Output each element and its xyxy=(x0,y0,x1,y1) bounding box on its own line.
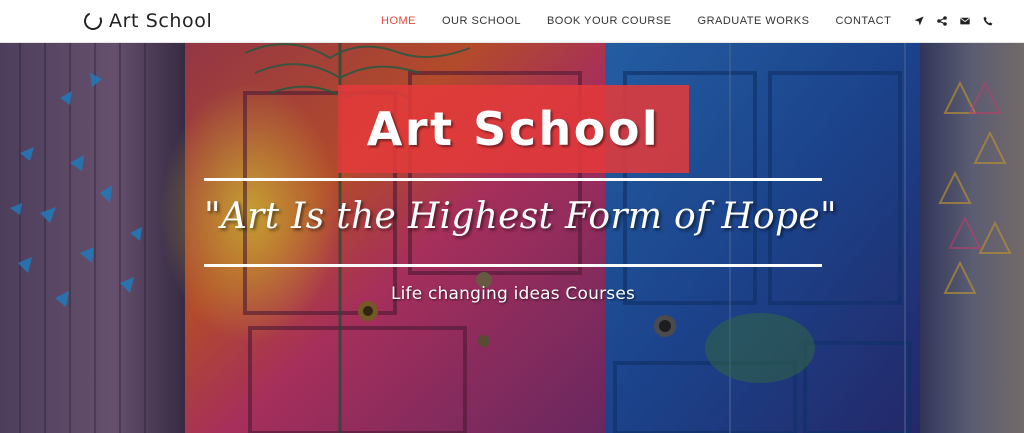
ring-logo-icon xyxy=(81,9,105,33)
divider-bottom xyxy=(204,264,822,267)
envelope-icon[interactable] xyxy=(959,15,971,27)
hero-quote: "Art Is the Highest Form of Hope" xyxy=(204,196,837,237)
phone-icon[interactable] xyxy=(982,15,994,27)
nav-icon-group xyxy=(913,15,1005,27)
share-icon[interactable] xyxy=(936,15,948,27)
hero-subtitle: Life changing ideas Courses xyxy=(390,284,636,304)
hero-title: Art School xyxy=(366,102,661,156)
hero-section: Art School "Art Is the Highest Form of H… xyxy=(0,43,1024,433)
brand-name: Art School xyxy=(109,10,213,32)
nav-home[interactable]: HOME xyxy=(381,15,416,27)
nav-graduate-works[interactable]: GRADUATE WORKS xyxy=(698,15,810,27)
main-nav: HOME OUR SCHOOL BOOK YOUR COURSE GRADUAT… xyxy=(370,0,1005,42)
brand-logo-link[interactable]: Art School xyxy=(81,8,213,34)
divider-top xyxy=(204,178,822,181)
nav-our-school[interactable]: OUR SCHOOL xyxy=(442,15,521,27)
nav-book-your-course[interactable]: BOOK YOUR COURSE xyxy=(547,15,672,27)
nav-contact[interactable]: CONTACT xyxy=(835,15,891,27)
location-arrow-icon[interactable] xyxy=(913,15,925,27)
top-navbar: Art School HOME OUR SCHOOL BOOK YOUR COU… xyxy=(0,0,1024,43)
hero-title-box: Art School xyxy=(338,85,689,173)
